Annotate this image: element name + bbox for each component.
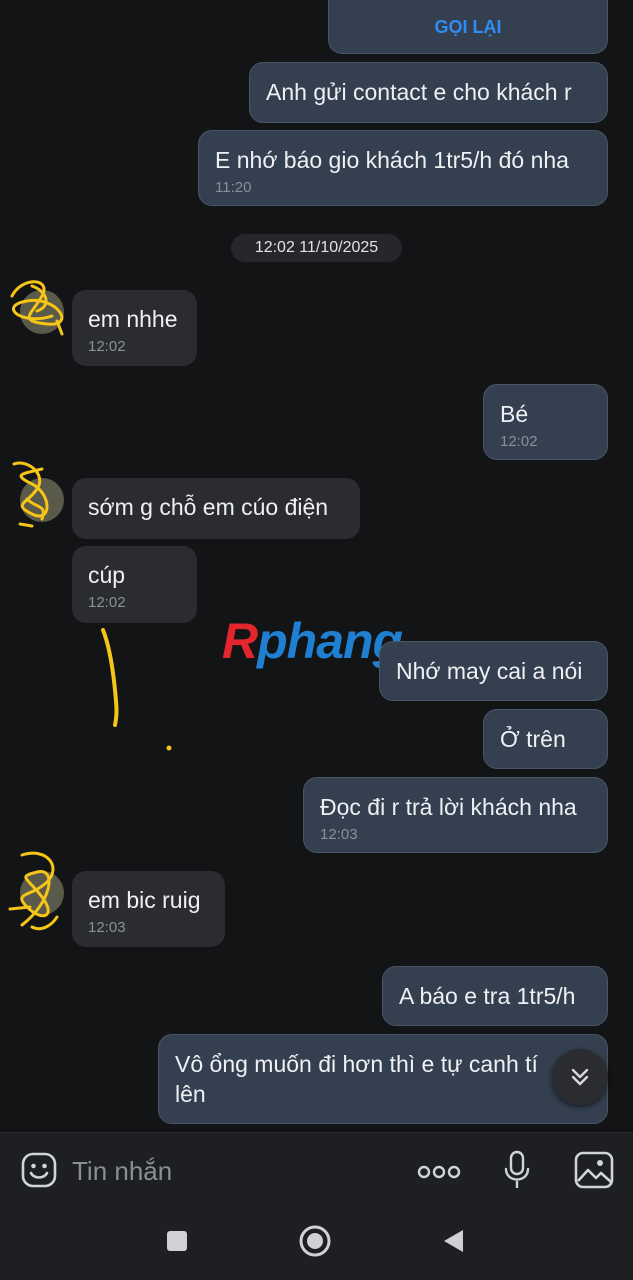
scribble-overlay [10,280,64,336]
message-text: Đọc đi r trả lời khách nha [320,794,577,820]
watermark: Rphang [222,612,403,670]
watermark-r: R [222,613,258,669]
recents-button[interactable] [160,1224,194,1258]
voice-button[interactable] [500,1149,534,1191]
message-text: Nhớ may cai a nói [396,658,583,684]
avatar[interactable] [12,461,64,528]
message-text: em bic ruig [88,887,201,913]
scribble-mark [101,628,172,751]
date-separator: 12:02 11/10/2025 [231,234,402,262]
gallery-button[interactable] [573,1149,615,1191]
message-bubble[interactable]: Ở trên [483,709,608,769]
more-button[interactable] [416,1157,462,1187]
triangle-back-icon [444,1230,463,1252]
message-bubble[interactable]: em bic ruig 12:03 [72,871,225,947]
message-time: 12:03 [88,919,126,936]
message-text: E nhớ báo gio khách 1tr5/h đó nha [215,147,569,173]
call-back-button[interactable]: GỌI LẠI [328,0,608,54]
message-text: Anh gửi contact e cho khách r [266,79,572,105]
message-time: 12:02 [500,433,538,450]
emoji-button[interactable] [20,1151,58,1189]
message-bubble[interactable]: Đọc đi r trả lời khách nha 12:03 [303,777,608,853]
emoji-icon [21,1152,57,1188]
message-bubble[interactable]: Bé 12:02 [483,384,608,460]
chat-area[interactable]: GỌI LẠI Anh gửi contact e cho khách r E … [0,0,633,1132]
message-bubble[interactable]: cúp 12:02 [72,546,197,623]
back-button[interactable] [436,1224,470,1258]
message-text: Ở trên [500,726,566,752]
message-bubble[interactable]: A báo e tra 1tr5/h [382,966,608,1026]
avatar[interactable] [8,851,64,931]
more-icon [417,1165,461,1179]
message-text: sớm g chỗ em cúo điện [88,494,329,520]
home-button[interactable] [296,1222,334,1260]
image-icon [574,1151,614,1189]
chevron-down-double-icon [571,1068,589,1086]
avatar[interactable] [10,280,64,336]
message-bubble[interactable]: Vô ổng muốn đi hơn thì e tự canh tí lên [158,1034,608,1124]
message-composer: Tin nhắn [0,1132,633,1209]
message-time: 12:02 [88,338,126,355]
message-text: A báo e tra 1tr5/h [399,983,576,1009]
scroll-to-bottom-button[interactable] [552,1049,608,1105]
system-nav-bar [0,1208,633,1280]
message-text: cúp [88,562,126,588]
message-bubble[interactable]: E nhớ báo gio khách 1tr5/h đó nha 11:20 [198,130,608,206]
message-input[interactable]: Tin nhắn [72,1155,172,1187]
message-bubble[interactable]: sớm g chỗ em cúo điện [72,478,360,539]
scribble-overlay [12,461,49,528]
message-bubble[interactable]: em nhhe 12:02 [72,290,197,366]
square-icon [167,1231,187,1251]
message-text: Bé [500,401,529,427]
message-bubble[interactable]: Anh gửi contact e cho khách r [249,62,608,123]
message-text: Vô ổng muốn đi hơn thì e tự canh tí lên [175,1051,538,1107]
message-time: 12:03 [320,826,358,843]
message-text: em nhhe [88,306,178,332]
message-time: 11:20 [215,179,252,196]
message-time: 12:02 [88,594,126,611]
scribble-overlay [8,851,59,931]
microphone-icon [504,1150,530,1188]
circle-icon [299,1225,331,1257]
message-bubble[interactable]: Nhớ may cai a nói [379,641,608,701]
